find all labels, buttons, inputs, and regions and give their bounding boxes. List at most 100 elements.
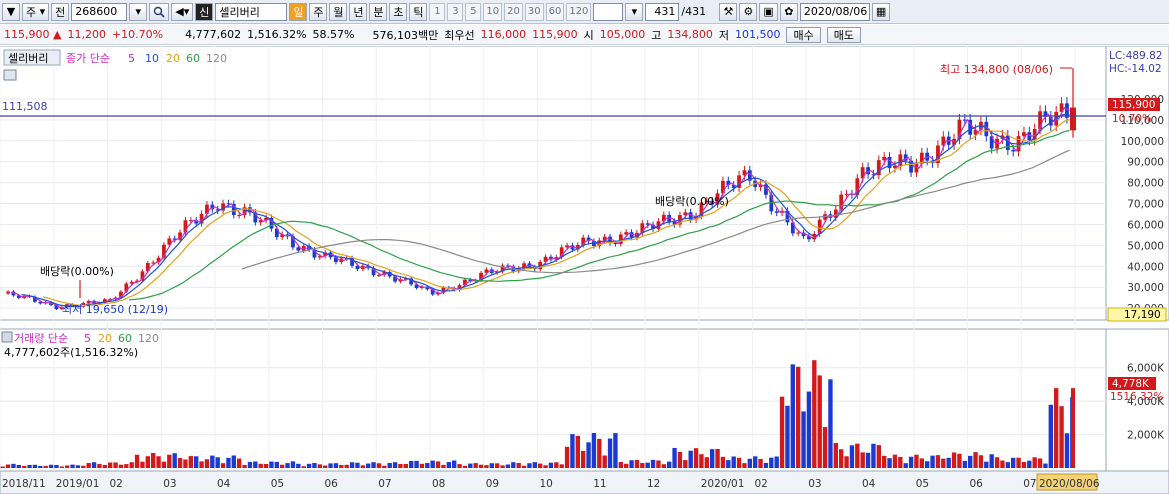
count-input[interactable]: 431 xyxy=(645,2,680,21)
date-tick-label: 07 xyxy=(378,478,391,490)
volume-bar xyxy=(210,455,215,468)
speaker-icon[interactable]: ◀▾ xyxy=(171,2,194,21)
legend-ma60: 60 xyxy=(186,52,200,65)
price-tick-label: 80,000 xyxy=(1127,178,1164,190)
volume-bar xyxy=(54,464,59,468)
interval-20[interactable]: 20 xyxy=(504,2,523,21)
date-input[interactable]: 2020/08/06 xyxy=(799,2,870,21)
volume-bar xyxy=(38,465,43,468)
volume-bar xyxy=(97,463,102,468)
interval-3[interactable]: 3 xyxy=(447,2,464,21)
volume-bar xyxy=(177,458,183,468)
low-annotation: 최저 19,650 (12/19) xyxy=(62,303,168,316)
volume-bar xyxy=(887,458,892,468)
table-icon[interactable] xyxy=(3,69,17,81)
open-label: 시 xyxy=(583,28,594,42)
period-day[interactable]: 일 xyxy=(289,2,308,21)
volume-bar xyxy=(194,456,199,468)
period-year[interactable]: 년 xyxy=(349,2,368,21)
menu-toggle-button[interactable]: ▼ xyxy=(2,2,20,21)
volume-bar xyxy=(489,463,494,468)
date-tick-label: 02 xyxy=(110,478,123,490)
interval-60[interactable]: 60 xyxy=(545,2,565,21)
buy-button[interactable]: 매수 xyxy=(786,26,821,43)
candle-body xyxy=(962,119,967,121)
code-dropdown-button[interactable]: ▾ xyxy=(129,2,148,21)
hc-label: HC:-14.02 xyxy=(1109,63,1162,75)
period-week[interactable]: 주 xyxy=(309,2,328,21)
volume-bar xyxy=(81,465,86,468)
volume-bar xyxy=(349,462,355,468)
date-tick-label: 2018/11 xyxy=(2,478,46,490)
volume-bar xyxy=(683,460,688,468)
volume-bar xyxy=(978,455,984,468)
volume-panel[interactable] xyxy=(0,328,1107,472)
volume-bar xyxy=(715,448,720,468)
period-tick[interactable]: 틱 xyxy=(409,2,428,21)
date-tick-label: 06 xyxy=(970,478,984,490)
volume-bar xyxy=(736,457,742,468)
volume-bar xyxy=(908,456,914,468)
lc-label: LC:489.82 xyxy=(1109,50,1162,62)
volume-bar xyxy=(1059,406,1064,468)
interval-1[interactable]: 1 xyxy=(429,2,446,21)
save-icon[interactable]: ▣ xyxy=(759,2,778,21)
reference-line-label: 111,508 xyxy=(2,100,48,113)
legend-ma-label: 종가 단순 xyxy=(66,52,110,65)
volume-bar xyxy=(521,465,527,468)
volume-bar xyxy=(124,464,129,468)
volume-bar xyxy=(591,433,597,468)
volume-bar xyxy=(720,456,726,468)
volume-bar xyxy=(667,461,672,468)
volume-bar xyxy=(425,462,430,468)
interval-5[interactable]: 5 xyxy=(465,2,482,21)
interval-10[interactable]: 10 xyxy=(483,2,503,21)
volume-bar xyxy=(968,455,973,468)
volume-bar xyxy=(554,462,559,468)
volume-tick-label: 2,000K xyxy=(1127,430,1165,442)
volume-bar xyxy=(790,364,795,468)
low-label: 저 xyxy=(718,28,729,42)
interval-120[interactable]: 120 xyxy=(566,2,592,21)
interval-custom-input[interactable] xyxy=(593,2,624,21)
volume-bar xyxy=(339,465,344,468)
volume-bar xyxy=(167,454,172,468)
toolbar: ▼ 주 ▾ 전 268600 ▾ ◀▾ 신 셀리버리 일 주 월 년 분 초 틱… xyxy=(0,0,1169,24)
volume-bar xyxy=(661,464,666,468)
volume-bar xyxy=(505,464,511,468)
volume-bar xyxy=(763,462,769,468)
quote-bar: 115,900 ▲ 11,200 +10.70% 4,777,602 1,516… xyxy=(0,25,1169,45)
volume-bar xyxy=(253,461,258,468)
volume-bar xyxy=(366,463,371,468)
interval-dropdown-button[interactable]: ▾ xyxy=(625,2,644,21)
sell-button[interactable]: 매도 xyxy=(826,26,861,43)
calendar-icon[interactable]: ▦ xyxy=(871,2,891,21)
period-month[interactable]: 월 xyxy=(329,2,348,21)
interval-30[interactable]: 30 xyxy=(524,2,544,21)
period-second[interactable]: 초 xyxy=(389,2,408,21)
code-prefix-button[interactable]: 전 xyxy=(51,2,70,21)
tool-icon[interactable]: ⚒ xyxy=(719,2,738,21)
chart-type-icon[interactable]: ⚙ xyxy=(739,2,758,21)
volume-bar xyxy=(156,456,161,468)
volume-bar xyxy=(1032,457,1037,468)
code-type-select[interactable]: 주 ▾ xyxy=(22,2,50,21)
settings-icon[interactable]: ✿ xyxy=(779,2,798,21)
volume-bar xyxy=(871,443,876,468)
stock-code-input[interactable]: 268600 xyxy=(71,2,128,21)
chart-area[interactable]: 20,00030,00040,00050,00060,00070,00080,0… xyxy=(0,46,1169,494)
best-bid: 115,900 xyxy=(532,28,578,41)
volume-bar xyxy=(280,464,285,468)
volume-bar xyxy=(134,454,140,468)
volume-bar xyxy=(382,465,387,468)
volume-value: 4,777,602 xyxy=(185,28,242,41)
volume-panel-icon[interactable] xyxy=(1,331,13,343)
volume-tag-text: 4,778K xyxy=(1112,378,1150,390)
current-price: 115,900 ▲ xyxy=(4,28,62,41)
date-tick-label: 05 xyxy=(916,478,929,490)
period-minute[interactable]: 분 xyxy=(369,2,388,21)
date-tick-label: 2019/01 xyxy=(56,478,100,490)
volume-bar xyxy=(231,455,236,468)
search-icon[interactable] xyxy=(149,2,170,21)
volume-bar xyxy=(484,465,489,468)
